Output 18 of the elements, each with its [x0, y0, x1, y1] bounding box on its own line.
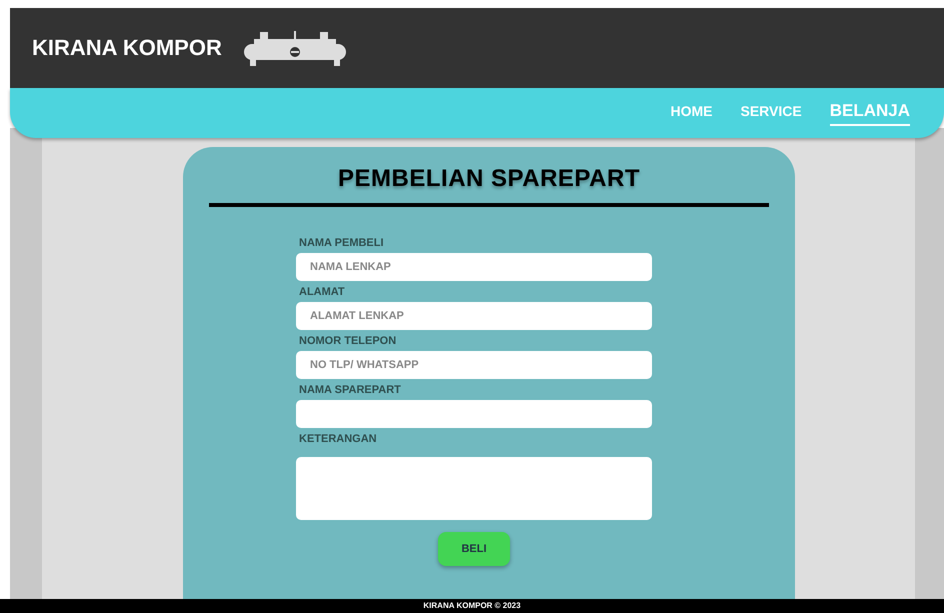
input-field[interactable]: NAMA LENKAP — [296, 253, 652, 281]
buy-button[interactable]: BELI — [438, 532, 510, 566]
stove-icon — [242, 30, 348, 66]
textarea-field[interactable] — [296, 457, 652, 520]
field-label: KETERANGAN — [298, 433, 377, 445]
input-field[interactable]: NO TLP/ WHATSAPP — [296, 351, 652, 379]
nav-link[interactable]: HOME — [670, 102, 712, 124]
input-field[interactable] — [296, 400, 652, 428]
brand-title: KIRANA KOMPOR — [32, 35, 222, 61]
field-label: NAMA SPAREPART — [298, 384, 401, 396]
footer-text: KIRANA KOMPOR © 2023 — [0, 599, 944, 613]
form-title: PEMBELIAN SPAREPART — [338, 165, 640, 193]
nav-link[interactable]: BELANJA — [830, 100, 910, 126]
field-label: NOMOR TELEPON — [298, 335, 396, 347]
input-field[interactable]: ALAMAT LENKAP — [296, 302, 652, 330]
field-label: NAMA PEMBELI — [298, 237, 384, 249]
field-label: ALAMAT — [298, 286, 345, 298]
nav-link[interactable]: SERVICE — [740, 102, 802, 124]
